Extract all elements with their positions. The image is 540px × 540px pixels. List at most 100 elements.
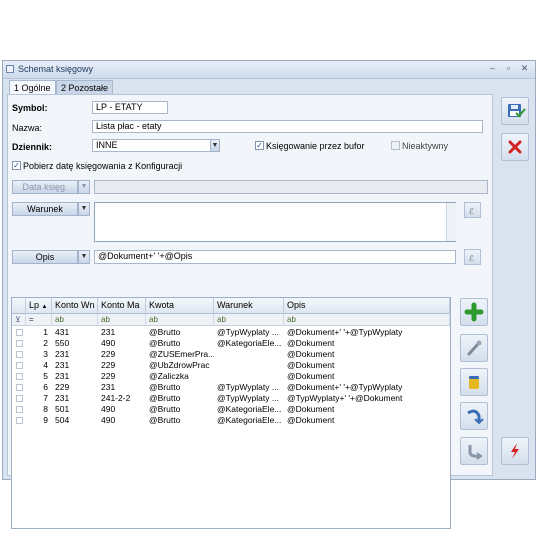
- table-row[interactable]: 5 231 229 @Zaliczka @Dokument: [12, 371, 450, 382]
- table-cell-wn: 501: [55, 404, 70, 414]
- filter-cell-opis[interactable]: ab: [284, 314, 450, 326]
- table-cell-warunek: @TypWyplaty ...: [217, 393, 279, 403]
- delete-line-button[interactable]: [460, 368, 488, 396]
- row-select-checkbox[interactable]: [16, 351, 23, 358]
- table-cell-wn: 431: [55, 327, 70, 337]
- move-down-button[interactable]: [460, 437, 488, 465]
- add-line-button[interactable]: [460, 298, 488, 326]
- column-header-label: Kwota: [149, 300, 175, 310]
- close-button[interactable]: ✕: [519, 63, 530, 74]
- table-cell-warunek: @KategoriaEle...: [217, 404, 282, 414]
- table-cell-warunek: @TypWyplaty ...: [217, 327, 279, 337]
- table-cell-opis: @Dokument: [287, 360, 335, 370]
- delete-icon: [469, 376, 479, 389]
- table-cell-warunek: @KategoriaEle...: [217, 338, 282, 348]
- filter-cell-konto-wn[interactable]: ab: [52, 314, 98, 326]
- accounting-lines-grid: Lp ▲ Konto Wn Konto Ma Kwota Warunek Opi…: [11, 297, 451, 529]
- table-cell-kwota: @Brutto: [149, 404, 181, 414]
- pobierz-date-label: Pobierz datę księgowania z Konfiguracji: [23, 161, 183, 171]
- table-cell-opis: @Dokument: [287, 404, 335, 414]
- table-row[interactable]: 8 501 490 @Brutto @KategoriaEle... @Dokument: [12, 404, 450, 415]
- table-cell-opis: @Dokument+' '+@TypWyplaty: [287, 382, 403, 392]
- table-row[interactable]: 7 231 241-2-2 @Brutto @TypWyplaty ... @TypWyp…: [12, 393, 450, 404]
- warunek-textarea[interactable]: [94, 202, 456, 242]
- table-cell-kwota: @Zaliczka: [149, 371, 189, 381]
- clear-icon: ℰ: [469, 207, 474, 216]
- symbol-field[interactable]: LP - ETATY: [92, 101, 168, 114]
- column-header-opis[interactable]: Opis: [284, 298, 450, 314]
- table-cell-opis: @Dokument: [287, 415, 335, 425]
- column-header-konto-ma[interactable]: Konto Ma: [98, 298, 146, 314]
- table-row[interactable]: 4 231 229 @UbZdrowPrac @Dokument: [12, 360, 450, 371]
- chevron-down-icon[interactable]: ▼: [78, 180, 90, 194]
- nazwa-field[interactable]: Lista płac - etaty: [92, 120, 483, 133]
- table-cell-lp: 8: [43, 404, 48, 414]
- move-up-button[interactable]: [460, 402, 488, 430]
- row-select-checkbox[interactable]: [16, 384, 23, 391]
- chevron-down-icon[interactable]: ▼: [78, 202, 90, 216]
- filter-cell-konto-ma[interactable]: ab: [98, 314, 146, 326]
- chevron-down-icon[interactable]: ▼: [78, 250, 90, 264]
- opis-field[interactable]: @Dokument+' '+@Opis: [94, 250, 456, 264]
- save-icon: [508, 104, 526, 118]
- table-cell-kwota: @Brutto: [149, 382, 181, 392]
- table-row[interactable]: 2 550 490 @Brutto @KategoriaEle... @Dokument: [12, 338, 450, 349]
- add-icon: [464, 302, 484, 322]
- table-cell-wn: 504: [55, 415, 70, 425]
- filter-row-icon-cell[interactable]: ⊻: [12, 314, 26, 326]
- minimize-button[interactable]: –: [487, 63, 498, 74]
- table-cell-kwota: @UbZdrowPrac: [149, 360, 210, 370]
- table-row[interactable]: 9 504 490 @Brutto @KategoriaEle... @Dokument: [12, 415, 450, 426]
- filter-cell-lp[interactable]: =: [26, 314, 52, 326]
- maximize-button[interactable]: ▫: [503, 63, 514, 74]
- table-row[interactable]: 1 431 231 @Brutto @TypWyplaty ... @Dokument+'…: [12, 327, 450, 338]
- warunek-clear-button[interactable]: ℰ: [464, 202, 481, 218]
- data-ksieg-button[interactable]: Data księg.: [12, 180, 78, 194]
- column-header-warunek[interactable]: Warunek: [214, 298, 284, 314]
- pobierz-date-checkbox[interactable]: ✓: [12, 161, 21, 170]
- opis-clear-button[interactable]: ℰ: [464, 249, 481, 265]
- tab-pozostale[interactable]: 2 Pozostałe: [56, 80, 114, 95]
- row-select-checkbox[interactable]: [16, 417, 23, 424]
- column-header-lp[interactable]: Lp ▲: [26, 298, 52, 314]
- warunek-scrollbar[interactable]: [446, 203, 456, 241]
- row-select-checkbox[interactable]: [16, 340, 23, 347]
- cancel-button[interactable]: [501, 133, 529, 161]
- table-cell-kwota: @Brutto: [149, 415, 181, 425]
- data-ksieg-field: [94, 180, 488, 194]
- table-row[interactable]: 6 229 231 @Brutto @TypWyplaty ... @Dokument+'…: [12, 382, 450, 393]
- row-select-checkbox[interactable]: [16, 329, 23, 336]
- sort-asc-icon: ▲: [41, 304, 48, 310]
- edit-line-button[interactable]: [460, 334, 488, 362]
- move-down-icon: [468, 445, 483, 460]
- window-icon: [6, 65, 14, 73]
- ksiegowanie-bufor-checkbox[interactable]: ✓: [255, 141, 264, 150]
- save-button[interactable]: [501, 97, 529, 125]
- filter-cell-kwota[interactable]: ab: [146, 314, 214, 326]
- table-cell-warunek: @TypWyplaty ...: [217, 382, 279, 392]
- warunek-button[interactable]: Warunek: [12, 202, 78, 216]
- nieaktywny-label: Nieaktywny: [402, 141, 449, 151]
- table-cell-ma: 490: [101, 404, 116, 414]
- nieaktywny-checkbox[interactable]: [391, 141, 400, 150]
- opis-button[interactable]: Opis: [12, 250, 78, 264]
- ksiegowanie-bufor-label: Księgowanie przez bufor: [266, 141, 365, 151]
- table-cell-opis: @Dokument+' '+@TypWyplaty: [287, 327, 403, 337]
- tab-ogolne[interactable]: 1 Ogólne: [9, 80, 56, 95]
- dziennik-select[interactable]: INNE: [92, 139, 220, 152]
- column-header-konto-wn[interactable]: Konto Wn: [52, 298, 98, 314]
- table-cell-opis: @Dokument: [287, 349, 335, 359]
- row-select-checkbox[interactable]: [16, 362, 23, 369]
- row-select-checkbox[interactable]: [16, 373, 23, 380]
- column-header-kwota[interactable]: Kwota: [146, 298, 214, 314]
- table-cell-opis: @Dokument: [287, 338, 335, 348]
- execute-button[interactable]: [501, 437, 529, 465]
- table-cell-wn: 229: [55, 382, 70, 392]
- row-select-checkbox[interactable]: [16, 395, 23, 402]
- chevron-down-icon[interactable]: ▼: [210, 139, 220, 152]
- filter-cell-warunek[interactable]: ab: [214, 314, 284, 326]
- move-up-icon: [467, 409, 484, 425]
- row-select-checkbox[interactable]: [16, 406, 23, 413]
- nazwa-label: Nazwa:: [12, 123, 43, 133]
- table-row[interactable]: 3 231 229 @ZUSEmerPra... @Dokument: [12, 349, 450, 360]
